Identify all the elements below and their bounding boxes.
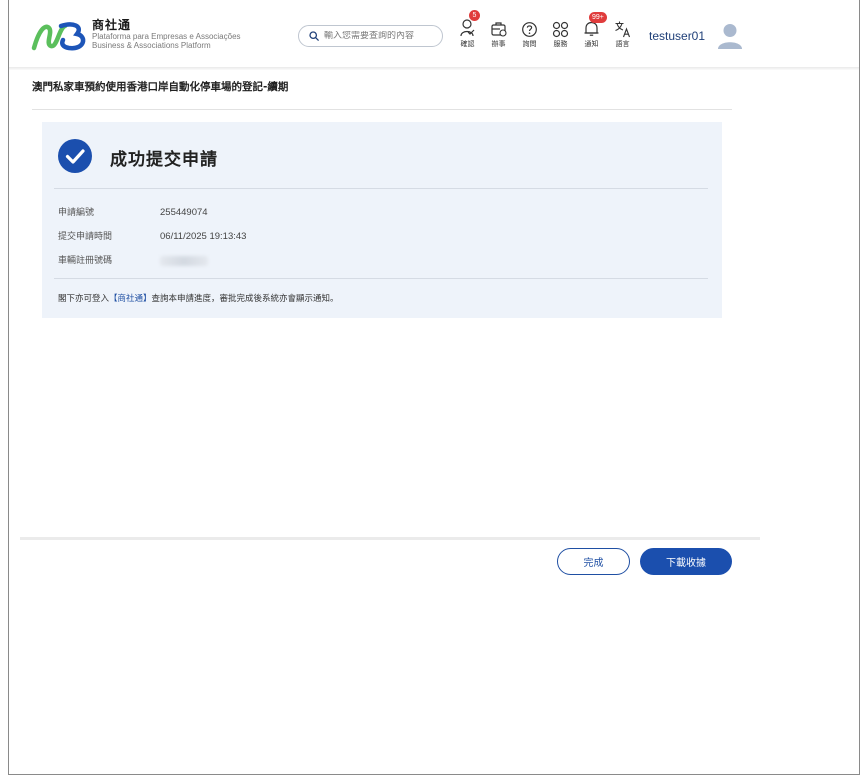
done-button[interactable]: 完成	[557, 548, 630, 575]
verify-icon	[459, 19, 474, 37]
field-label: 車輛註冊號碼	[58, 256, 113, 266]
field-label: 申請編號	[58, 208, 95, 218]
briefcase-icon	[490, 22, 507, 37]
footer-divider	[20, 537, 760, 540]
nav-notifications[interactable]: 通知 99+	[576, 12, 607, 49]
services-grid-icon	[552, 21, 569, 38]
verify-badge: 5	[469, 10, 480, 21]
field-vehicle-registration: 車輛註冊號碼	[58, 253, 208, 266]
title-divider	[32, 109, 732, 110]
success-check-icon	[58, 139, 92, 173]
nav-services[interactable]: 服務	[545, 14, 576, 49]
download-receipt-button[interactable]: 下載收據	[640, 548, 732, 575]
nav-label: 確認	[460, 40, 475, 48]
success-title: 成功提交申請	[110, 150, 218, 170]
card-divider	[54, 278, 708, 279]
window-frame	[8, 0, 860, 775]
field-submission-time: 提交申請時間 06/11/2025 19:13:43	[58, 229, 246, 242]
question-icon	[522, 22, 537, 37]
notification-badge: 99+	[589, 12, 607, 23]
header-nav: 確認 5 辦事 詢問 服務 通知 99+ 語言	[452, 10, 638, 49]
card-divider	[54, 188, 708, 189]
brand-text: 商社通 Plataforma para Empresas e Associaçõ…	[92, 19, 241, 50]
top-header: 商社通 Plataforma para Empresas e Associaçõ…	[9, 0, 859, 68]
search-box[interactable]	[298, 25, 443, 47]
note-text: 閣下亦可登入	[58, 294, 110, 304]
nav-label: 通知	[584, 40, 599, 48]
page-title: 澳門私家車預約使用香港口岸自動化停車場的登記-續期	[32, 81, 289, 93]
success-card: 成功提交申請 申請編號 255449074 提交申請時間 06/11/2025 19…	[42, 122, 722, 318]
search-icon	[309, 31, 319, 41]
nav-verify[interactable]: 確認 5	[452, 10, 483, 49]
platform-link[interactable]: 【商社通】	[109, 294, 152, 304]
user-avatar-icon[interactable]	[717, 22, 743, 50]
progress-note: 閣下亦可登入【商社通】查詢本申請進度，審批完成後系統亦會顯示通知。	[58, 292, 339, 304]
field-label: 提交申請時間	[58, 232, 113, 242]
header-divider	[9, 67, 859, 70]
field-application-number: 申請編號 255449074	[58, 205, 208, 218]
brand-name: 商社通	[92, 18, 132, 32]
field-value: 06/11/2025 19:13:43	[160, 231, 247, 242]
nav-services-office[interactable]: 辦事	[483, 14, 514, 49]
nav-enquiry[interactable]: 詢問	[514, 14, 545, 49]
nav-label: 詢問	[522, 40, 537, 48]
brand-subtitle-en: Business & Associations Platform	[92, 41, 211, 50]
note-text: 查詢本申請進度，審批完成後系統亦會顯示通知。	[151, 294, 339, 304]
nav-label: 語言	[615, 40, 630, 48]
redacted-value	[160, 255, 208, 266]
translate-icon	[614, 21, 630, 38]
brand-logo[interactable]	[31, 20, 89, 52]
search-input[interactable]	[324, 31, 428, 41]
field-value: 255449074	[160, 207, 208, 218]
brand-subtitle-pt: Plataforma para Empresas e Associações	[92, 32, 241, 41]
nav-language[interactable]: 語言	[607, 14, 638, 49]
username[interactable]: testuser01	[649, 29, 705, 43]
nav-label: 辦事	[491, 40, 506, 48]
nav-label: 服務	[553, 40, 568, 48]
